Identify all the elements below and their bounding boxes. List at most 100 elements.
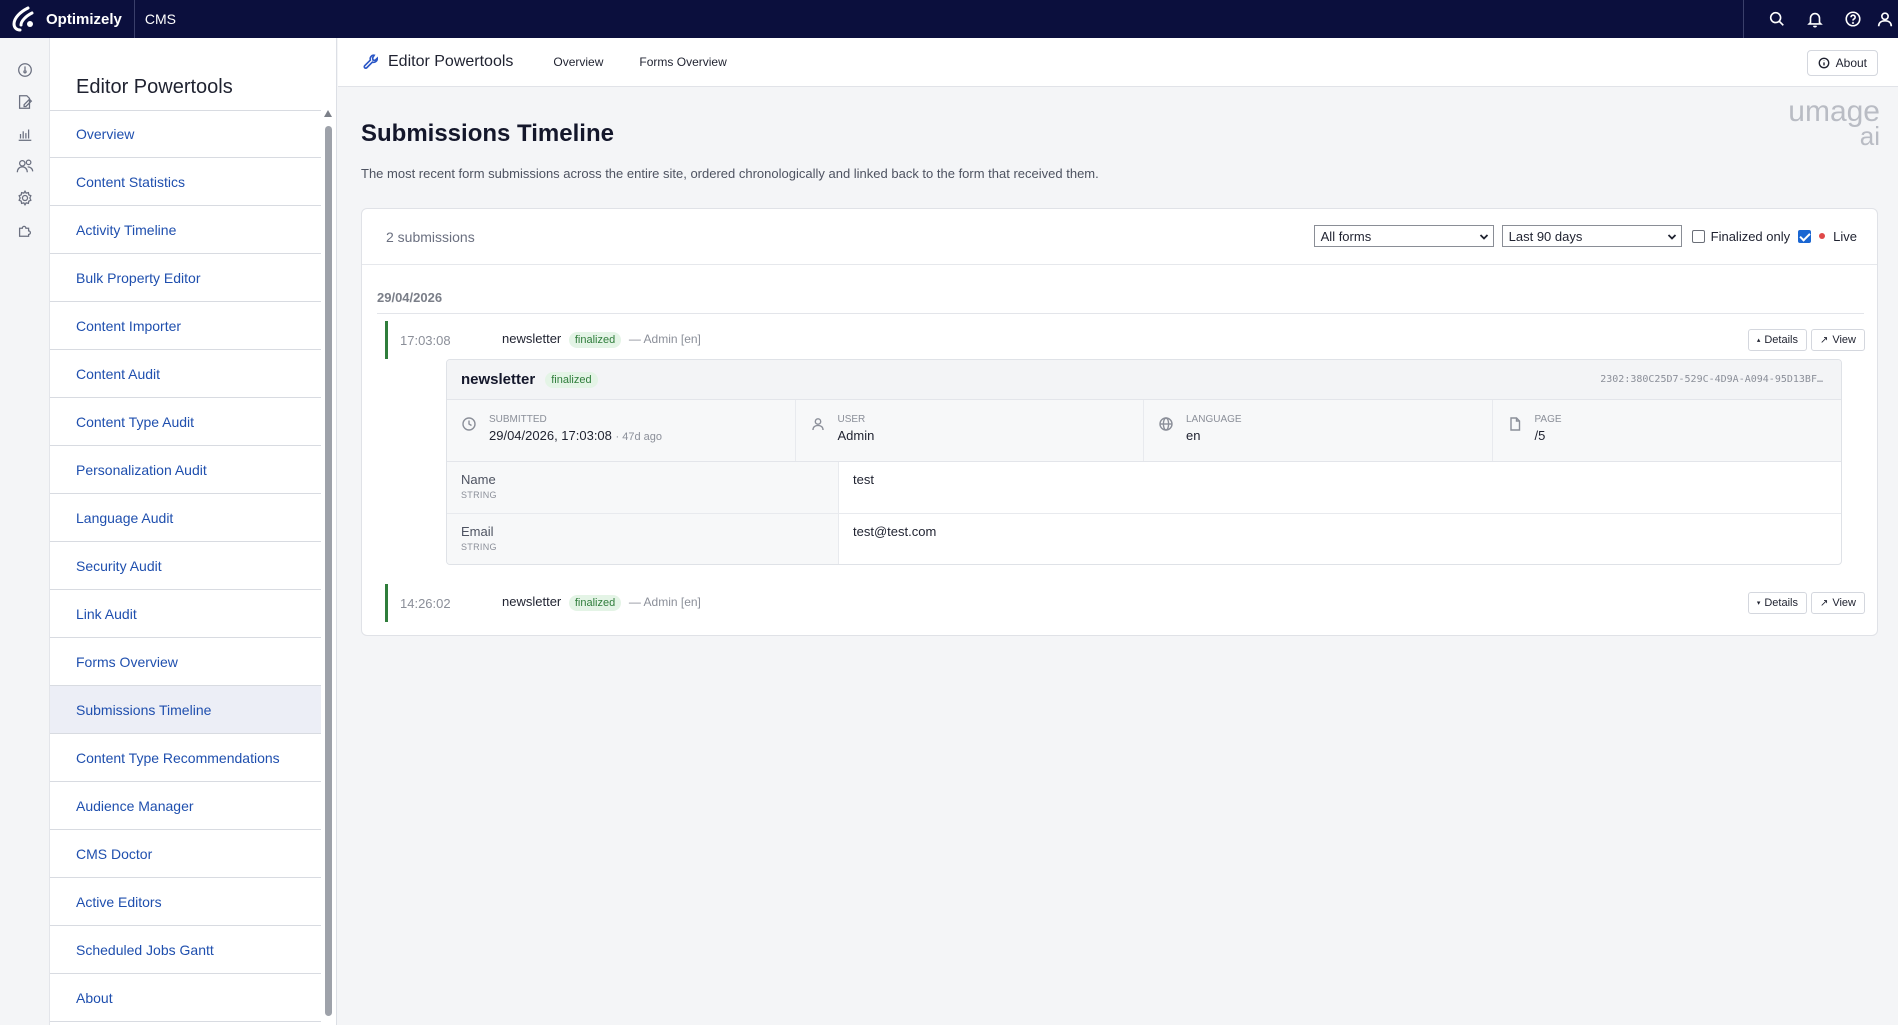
live-label[interactable]: Live <box>1833 229 1857 244</box>
status-badge: finalized <box>568 595 622 611</box>
brand-name: Optimizely <box>46 10 122 28</box>
finalized-only-label[interactable]: Finalized only <box>1711 229 1791 244</box>
umage-ai-watermark: umage ai <box>1788 97 1880 150</box>
meta-label: Language <box>1186 414 1242 425</box>
chevron-down-icon <box>1479 230 1489 240</box>
meta-value: en <box>1186 428 1201 443</box>
sidebar-item-audience-manager[interactable]: Audience Manager <box>50 782 321 830</box>
bell-icon[interactable] <box>1796 0 1834 38</box>
meta-value[interactable]: /5 <box>1535 428 1562 443</box>
entry-summary: newsletter finalized — Admin [en] <box>502 331 701 348</box>
search-icon[interactable] <box>1758 0 1796 38</box>
topbar-actions <box>1743 0 1898 38</box>
sidebar-item-about[interactable]: About <box>50 974 321 1022</box>
edit-icon[interactable] <box>0 86 50 118</box>
sidebar-item-content-statistics[interactable]: Content Statistics <box>50 158 321 206</box>
entry-actions: ▴ Details ↗ View <box>1747 329 1865 351</box>
meta-page: Page /5 <box>1493 400 1842 461</box>
range-filter-select[interactable]: Last 90 days <box>1501 225 1682 247</box>
scrollbar-thumb[interactable] <box>325 126 332 1016</box>
form-filter-select[interactable]: All forms <box>1313 225 1494 247</box>
entry-meta: — Admin [en] <box>628 595 701 609</box>
field-row: Email STRING test@test.com <box>447 514 1841 564</box>
sidebar-item-forms-overview[interactable]: Forms Overview <box>50 638 321 686</box>
addons-icon[interactable] <box>0 214 50 246</box>
settings-icon[interactable] <box>0 182 50 214</box>
finalized-only-checkbox[interactable] <box>1691 229 1705 243</box>
sidebar-item-link-audit[interactable]: Link Audit <box>50 590 321 638</box>
sidebar-item-security-audit[interactable]: Security Audit <box>50 542 321 590</box>
details-button-label: Details <box>1764 334 1798 346</box>
date-group-divider <box>377 313 1864 314</box>
entry-form-name[interactable]: newsletter <box>502 331 561 346</box>
help-icon[interactable] <box>1834 0 1872 38</box>
sidebar-item-content-type-audit[interactable]: Content Type Audit <box>50 398 321 446</box>
sidebar-item-content-audit[interactable]: Content Audit <box>50 350 321 398</box>
powertools-sidebar: Editor Powertools Overview Content Statis… <box>50 38 337 1025</box>
details-button[interactable]: ▾ Details <box>1747 592 1807 614</box>
card-toolbar: 2 submissions All forms Last 90 days Fin… <box>362 209 1877 265</box>
about-button[interactable]: About <box>1806 50 1878 76</box>
submissions-card: 2 submissions All forms Last 90 days Fin… <box>361 208 1878 636</box>
header-title: Editor Powertools <box>388 53 514 70</box>
detail-header: newsletter finalized 2302:380C25D7-529C-… <box>447 360 1841 400</box>
status-badge: finalized <box>568 332 622 348</box>
entry-time: 14:26:02 <box>400 596 451 611</box>
field-key: Email STRING <box>447 514 839 564</box>
user-icon[interactable] <box>1872 0 1898 38</box>
page-icon <box>1507 416 1525 434</box>
filters: All forms Last 90 days Finalized only Li… <box>1313 225 1857 247</box>
detail-form-name: newsletter <box>461 371 536 388</box>
wrench-icon <box>362 53 380 71</box>
sidebar-item-overview[interactable]: Overview <box>50 110 321 158</box>
tab-forms-overview[interactable]: Forms Overview <box>639 55 726 69</box>
view-button[interactable]: ↗ View <box>1810 592 1865 614</box>
sidebar-scrollbar[interactable] <box>323 110 333 1025</box>
sidebar-item-active-editors[interactable]: Active Editors <box>50 878 321 926</box>
detail-meta: Submitted 29/04/2026, 17:03:08 · 47d ago… <box>447 400 1841 462</box>
clock-icon <box>461 416 479 434</box>
external-link-icon: ↗ <box>1819 334 1829 346</box>
meta-value: Admin <box>837 428 875 443</box>
product-name[interactable]: CMS <box>145 11 176 27</box>
sidebar-item-content-type-recommendations[interactable]: Content Type Recommendations <box>50 734 321 782</box>
meta-user: User Admin <box>796 400 1144 461</box>
topbar-divider <box>133 0 135 38</box>
live-indicator-dot <box>1819 233 1826 239</box>
meta-submitted: Submitted 29/04/2026, 17:03:08 · 47d ago <box>447 400 796 461</box>
submitted-datetime: 29/04/2026, 17:03:08 <box>489 428 612 443</box>
entry-time: 17:03:08 <box>400 333 451 348</box>
sidebar-item-bulk-property-editor[interactable]: Bulk Property Editor <box>50 254 321 302</box>
sidebar-item-activity-timeline[interactable]: Activity Timeline <box>50 206 321 254</box>
date-group-label: 29/04/2026 <box>377 290 443 305</box>
sidebar-nav: Overview Content Statistics Activity Timel… <box>50 110 321 1022</box>
dashboard-icon[interactable] <box>0 54 50 86</box>
optimizely-logo[interactable]: Optimizely <box>0 0 122 38</box>
tab-overview[interactable]: Overview <box>553 55 603 69</box>
reports-icon[interactable] <box>0 118 50 150</box>
sidebar-item-scheduled-jobs-gantt[interactable]: Scheduled Jobs Gantt <box>50 926 321 974</box>
range-filter-value: Last 90 days <box>1508 228 1583 244</box>
sidebar-item-language-audit[interactable]: Language Audit <box>50 494 321 542</box>
field-type: STRING <box>461 542 497 552</box>
view-button-label: View <box>1832 334 1856 346</box>
timeline-marker <box>385 584 388 622</box>
sidebar-item-personalization-audit[interactable]: Personalization Audit <box>50 446 321 494</box>
sidebar-item-cms-doctor[interactable]: CMS Doctor <box>50 830 321 878</box>
visitors-icon[interactable] <box>0 150 50 182</box>
sidebar-title: Editor Powertools <box>76 76 233 98</box>
entry-form-name[interactable]: newsletter <box>502 594 561 609</box>
globe-icon <box>1158 416 1176 434</box>
info-icon <box>1818 57 1830 69</box>
submission-id: 2302:380C25D7-529C-4D9A-A094-95D13BF… <box>1600 374 1823 385</box>
field-type: STRING <box>461 490 497 500</box>
sidebar-item-content-importer[interactable]: Content Importer <box>50 302 321 350</box>
live-checkbox[interactable] <box>1798 229 1812 243</box>
details-button[interactable]: ▴ Details <box>1747 329 1807 351</box>
view-button[interactable]: ↗ View <box>1810 329 1865 351</box>
details-button-label: Details <box>1764 597 1798 609</box>
field-name: Name <box>461 472 496 487</box>
field-name: Email <box>461 524 494 539</box>
sidebar-item-submissions-timeline[interactable]: Submissions Timeline <box>50 686 321 734</box>
scroll-up-arrow-icon[interactable] <box>324 110 332 117</box>
